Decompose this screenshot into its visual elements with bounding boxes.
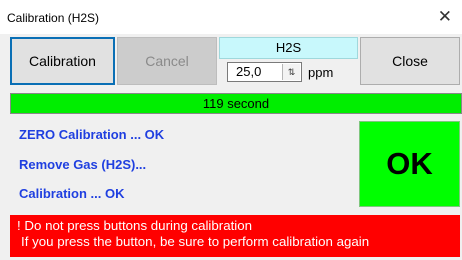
status-zero-calibration: ZERO Calibration ... OK: [19, 127, 165, 142]
window-title: Calibration (H2S): [7, 11, 100, 25]
concentration-value[interactable]: 25,0: [236, 64, 261, 79]
progress-text: 119 second: [202, 96, 270, 111]
title-bar: Calibration (H2S) ✕: [0, 0, 462, 34]
warning-line-1: ! Do not press buttons during calibratio…: [17, 218, 253, 233]
calibration-button[interactable]: Calibration: [10, 37, 115, 85]
cancel-button[interactable]: Cancel: [117, 37, 217, 85]
status-remove-gas: Remove Gas (H2S)...: [19, 157, 147, 172]
concentration-spinbox[interactable]: 25,0 ⇅: [227, 62, 302, 82]
gas-name-label: H2S: [219, 37, 358, 59]
window-close-icon[interactable]: ✕: [438, 7, 452, 27]
close-button[interactable]: Close: [360, 37, 460, 85]
warning-banner: ! Do not press buttons during calibratio…: [10, 215, 460, 257]
unit-label: ppm: [308, 65, 334, 80]
result-ok-indicator: OK: [359, 121, 460, 207]
status-calibration: Calibration ... OK: [19, 186, 125, 201]
concentration-row: 25,0 ⇅ ppm: [219, 59, 358, 85]
progress-bar: 119 second: [10, 93, 462, 114]
spin-updown-icon[interactable]: ⇅: [282, 64, 300, 80]
warning-line-2: If you press the button, be sure to perf…: [21, 234, 370, 249]
